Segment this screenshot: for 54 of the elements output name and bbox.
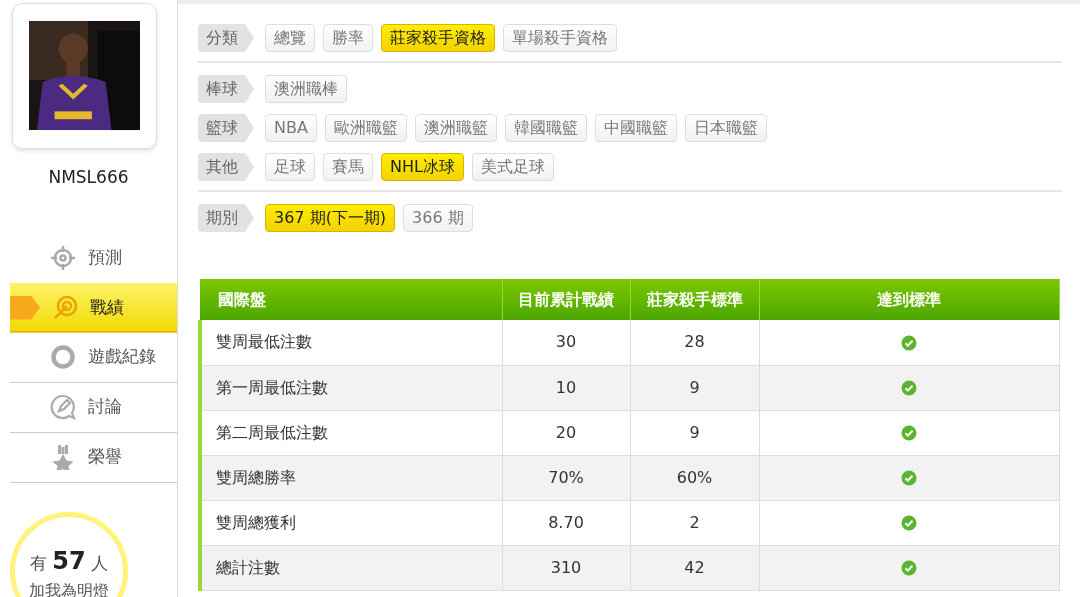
marker-icon: [10, 295, 40, 320]
filter-option[interactable]: NBA: [265, 114, 317, 142]
table-cell: 310: [502, 545, 630, 590]
column-header: 莊家殺手標準: [630, 279, 759, 320]
filter-option[interactable]: 單場殺手資格: [503, 24, 617, 52]
filter-option[interactable]: 366 期: [403, 204, 473, 232]
table-cell: 60%: [630, 455, 759, 500]
filter-option[interactable]: 美式足球: [471, 153, 554, 181]
table-cell: 9: [630, 365, 759, 410]
menu-item[interactable]: 榮譽: [10, 432, 177, 483]
filter-option[interactable]: NHL冰球: [381, 153, 464, 181]
filter-option[interactable]: 韓國職籃: [504, 114, 587, 142]
table-cell: 70%: [502, 455, 630, 500]
filter-label: 棒球: [198, 75, 254, 103]
filter-label: 其他: [198, 153, 254, 181]
table-cell: 雙周總勝率: [200, 455, 502, 500]
table-cell: 9: [630, 410, 759, 455]
filter-option[interactable]: 莊家殺手資格: [381, 24, 495, 52]
table-cell: 42: [630, 545, 759, 590]
filter-option[interactable]: 澳洲職棒: [265, 75, 347, 103]
filter-option[interactable]: 日本職籃: [684, 114, 767, 142]
filter-label: 籃球: [198, 114, 254, 142]
table-cell: 8.70: [502, 500, 630, 545]
username: NMSL666: [47, 166, 130, 189]
table-cell: 10: [502, 365, 630, 410]
filter-option[interactable]: 367 期(下一期): [265, 204, 396, 232]
fans-count: 有 57 人: [28, 546, 110, 577]
table-cell: 總計注數: [200, 545, 502, 590]
column-header: 目前累計戰績: [502, 279, 630, 320]
table-cell: 2: [630, 500, 759, 545]
filter-option[interactable]: 總覽: [265, 24, 315, 52]
filter-label: 分類: [198, 24, 254, 52]
filter-option[interactable]: 勝率: [323, 24, 373, 52]
menu-item[interactable]: 戰績: [10, 282, 177, 333]
column-header: 國際盤: [200, 279, 502, 320]
menu-item[interactable]: 遊戲紀錄: [10, 332, 177, 383]
chat-pencil-icon: [50, 394, 76, 420]
table-cell: 20: [502, 410, 630, 455]
table-cell: 第一周最低注數: [200, 365, 502, 410]
table-cell: 30: [502, 320, 630, 365]
menu-item[interactable]: 預測: [10, 232, 177, 283]
crosshair-icon: [50, 244, 76, 271]
medal-star-icon: [50, 444, 76, 470]
filter-label: 期別: [198, 204, 254, 232]
table-cell: 28: [630, 320, 759, 365]
filter-option[interactable]: 中國職籃: [594, 114, 677, 142]
filter-option[interactable]: 澳洲職籃: [414, 114, 497, 142]
menu-item[interactable]: 討論: [10, 382, 177, 433]
ring-icon: [50, 344, 76, 370]
target-icon: [52, 294, 78, 321]
filter-option[interactable]: 歐洲職籃: [324, 114, 407, 142]
filter-option[interactable]: 足球: [265, 153, 315, 181]
column-header: 達到標準: [759, 279, 1060, 320]
filter-option[interactable]: 賽馬: [323, 153, 373, 181]
